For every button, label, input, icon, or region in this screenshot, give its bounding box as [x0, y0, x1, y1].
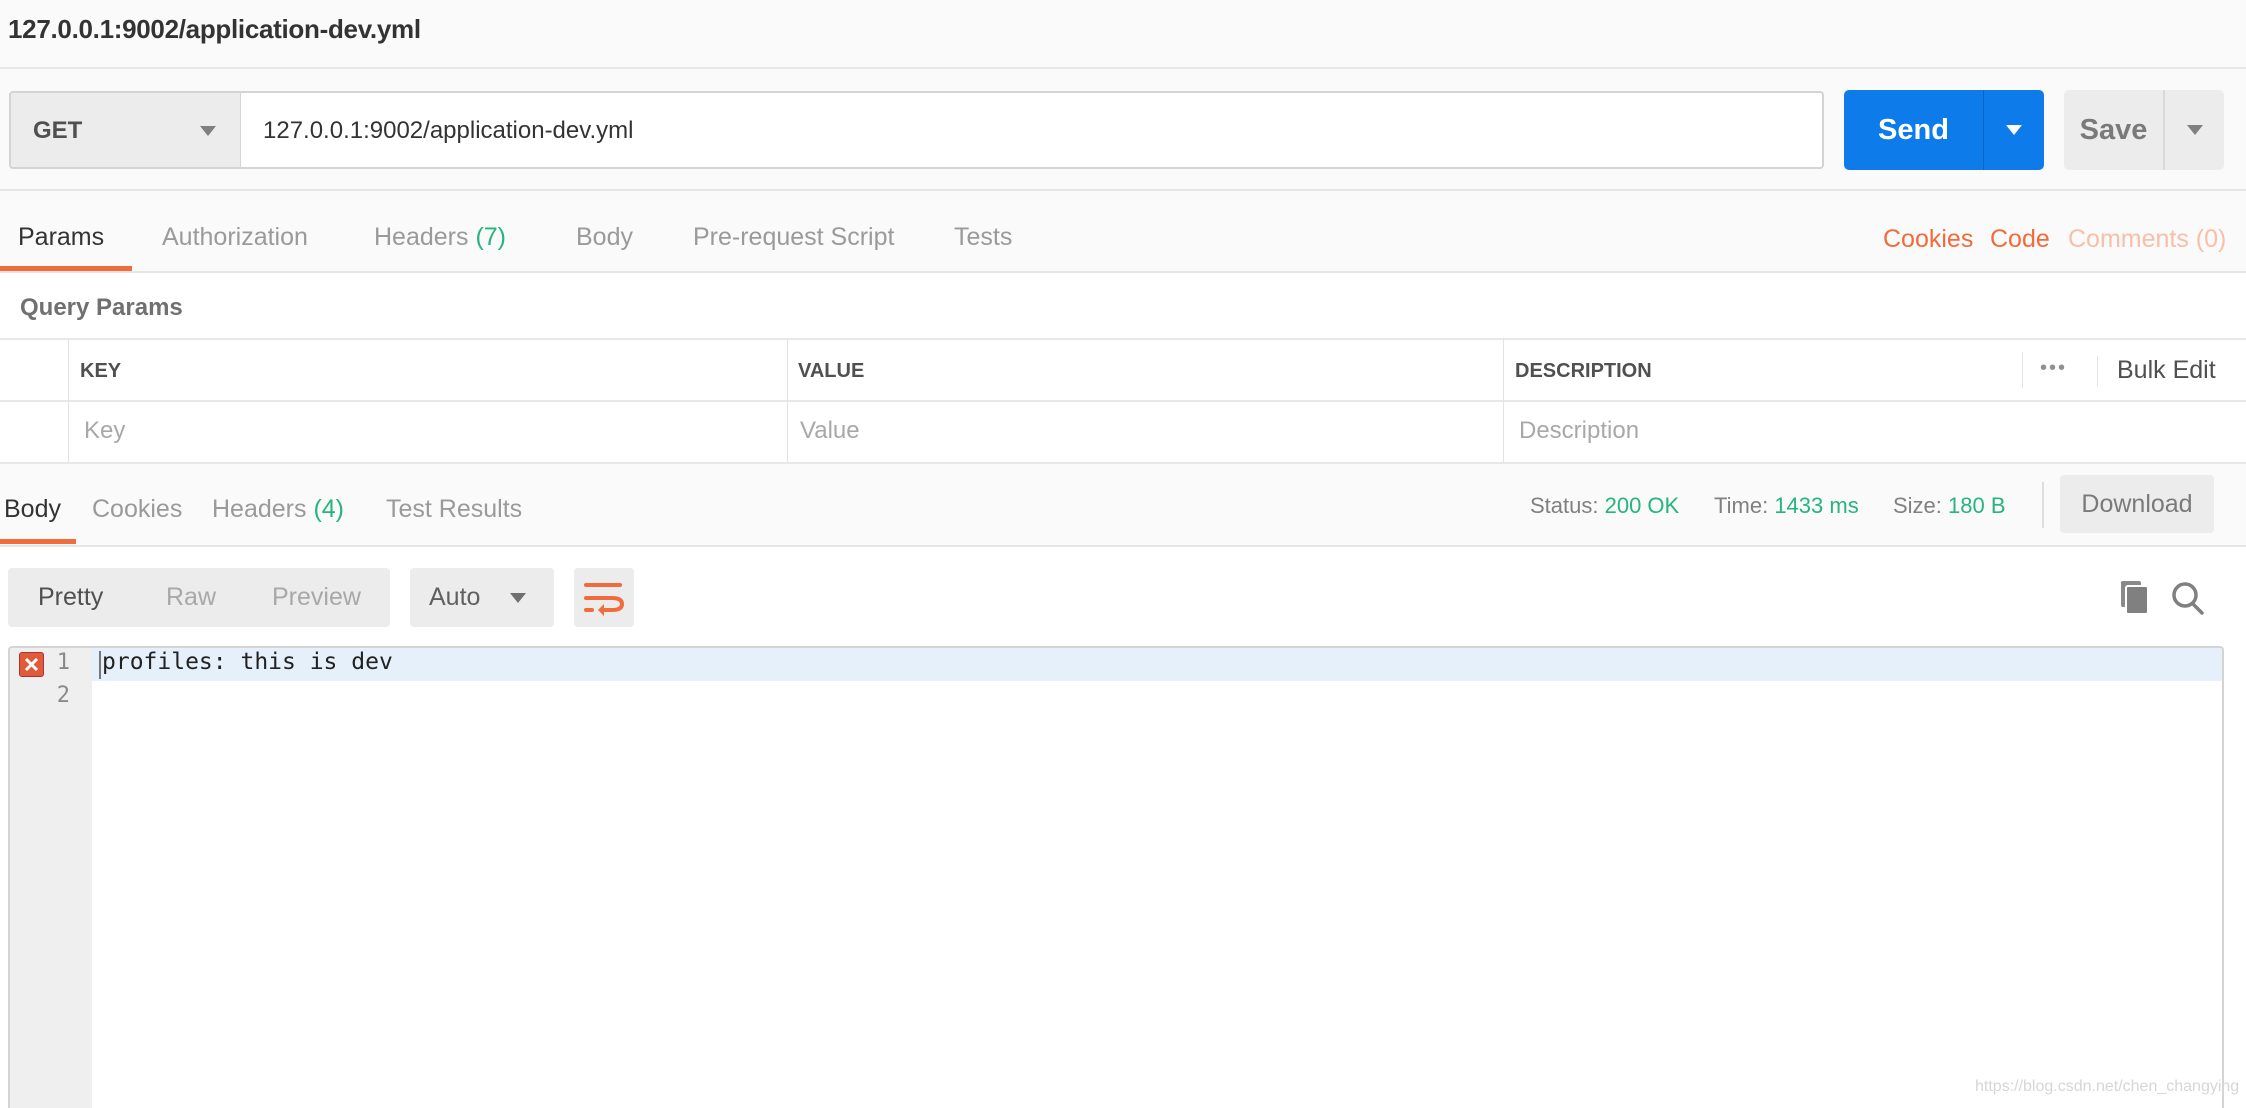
send-button[interactable]: Send [1844, 90, 1983, 170]
tab-headers-label: Headers [374, 223, 476, 251]
table-border [0, 400, 2246, 402]
more-options-icon[interactable]: ••• [2040, 357, 2067, 380]
response-tab-headers[interactable]: Headers (4) [212, 495, 344, 524]
request-title: 127.0.0.1:9002/application-dev.yml [8, 14, 421, 44]
search-button[interactable] [2170, 578, 2206, 618]
line-number: 1 [56, 650, 70, 675]
response-tab-cookies[interactable]: Cookies [92, 495, 182, 524]
table-border [0, 338, 2246, 340]
format-value: Auto [429, 583, 481, 611]
size-value: 180 B [1948, 493, 2006, 518]
status-readout: Status: 200 OK [1530, 493, 1679, 519]
active-tab-indicator [0, 539, 76, 544]
divider [2042, 482, 2044, 528]
tab-body[interactable]: Body [576, 223, 633, 252]
cookies-link[interactable]: Cookies [1883, 225, 1973, 254]
line-gutter [10, 648, 92, 1108]
view-preview[interactable]: Preview [272, 568, 361, 627]
line-number: 2 [56, 683, 70, 708]
column-divider [1503, 338, 1504, 462]
response-tab-test-results[interactable]: Test Results [386, 495, 522, 524]
method-select[interactable]: GET [9, 91, 241, 169]
wrap-lines-icon [584, 583, 625, 616]
active-line-highlight [92, 648, 2222, 681]
time-value: 1433 ms [1774, 493, 1859, 518]
format-select[interactable]: Auto [410, 568, 554, 627]
url-field[interactable] [240, 91, 1824, 169]
save-button[interactable]: Save [2064, 90, 2163, 170]
window-titlebar: 127.0.0.1:9002/application-dev.yml [0, 0, 2246, 69]
chevron-down-icon [200, 126, 216, 136]
bulk-edit-link[interactable]: Bulk Edit [2117, 356, 2216, 385]
query-params-title: Query Params [20, 294, 183, 321]
description-input[interactable]: Description [1519, 417, 1639, 445]
copy-icon [2121, 581, 2149, 615]
search-icon [2172, 582, 2204, 615]
tab-authorization[interactable]: Authorization [162, 223, 308, 252]
save-options-button[interactable] [2163, 90, 2224, 170]
value-input[interactable]: Value [800, 417, 860, 445]
send-button-group: Send [1844, 90, 2044, 170]
view-raw[interactable]: Raw [166, 568, 216, 627]
column-header-key: KEY [80, 360, 122, 382]
column-divider [787, 338, 788, 462]
size-label: Size: [1893, 493, 1942, 518]
tab-headers[interactable]: Headers (7) [374, 223, 506, 252]
download-button[interactable]: Download [2060, 475, 2214, 533]
tab-params[interactable]: Params [18, 223, 104, 252]
watermark: https://blog.csdn.net/chen_changying [1975, 1078, 2240, 1095]
column-header-value: VALUE [798, 360, 865, 382]
send-options-button[interactable] [1983, 90, 2044, 170]
tab-pre-request-script[interactable]: Pre-request Script [693, 223, 894, 252]
key-input[interactable]: Key [84, 417, 125, 445]
tab-tests[interactable]: Tests [954, 223, 1012, 252]
text-cursor [99, 651, 101, 679]
view-mode-toggle: Pretty Raw Preview [8, 568, 390, 627]
status-label: Status: [1530, 493, 1599, 518]
copy-button[interactable] [2118, 578, 2152, 618]
view-pretty[interactable]: Pretty [38, 568, 103, 627]
save-button-group: Save [2064, 90, 2224, 170]
response-tab-body[interactable]: Body [4, 495, 61, 524]
code-link[interactable]: Code [1990, 225, 2050, 254]
column-divider [2097, 356, 2098, 386]
chevron-down-icon [2006, 125, 2022, 135]
time-readout: Time: 1433 ms [1714, 493, 1859, 519]
response-headers-label: Headers [212, 495, 314, 523]
size-readout: Size: 180 B [1893, 493, 2006, 519]
column-divider [2022, 352, 2023, 388]
time-label: Time: [1714, 493, 1769, 518]
response-headers-count: (4) [313, 495, 345, 523]
chevron-down-icon [2187, 125, 2203, 135]
column-divider [68, 338, 69, 462]
column-header-description: DESCRIPTION [1515, 360, 1652, 382]
response-editor[interactable]: 1 profiles: this is dev 2 [8, 646, 2224, 1108]
code-line: profiles: this is dev [102, 649, 393, 675]
divider [0, 189, 2246, 191]
headers-count: (7) [475, 223, 507, 251]
comments-link[interactable]: Comments (0) [2068, 225, 2226, 254]
url-input[interactable] [263, 113, 1763, 149]
status-value: 200 OK [1604, 493, 1680, 518]
query-params-table: KEY VALUE DESCRIPTION Bulk Edit Key Valu… [0, 338, 2246, 464]
method-value: GET [33, 117, 83, 144]
table-border [0, 462, 2246, 464]
wrap-lines-button[interactable] [574, 568, 634, 627]
chevron-down-icon [510, 593, 526, 603]
